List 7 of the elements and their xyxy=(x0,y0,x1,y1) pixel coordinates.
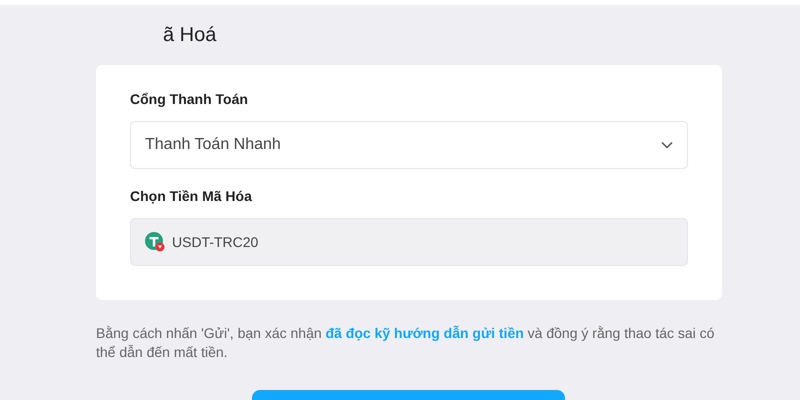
field-label: Chọn Tiền Mã Hóa xyxy=(130,188,253,204)
field-label: Cổng Thanh Toán xyxy=(130,91,249,107)
select-field[interactable]: Thanh Toán Nhanh xyxy=(130,121,688,169)
coin-icon xyxy=(145,232,165,252)
chevron-down-icon xyxy=(661,141,673,149)
page-heading: ã Hoá xyxy=(162,23,218,48)
notice-text: Bằng cách nhấn 'Gửi', bạn xác nhận đã đọc kỹ hướng dẫn gửi tiền và đồng ý rằng thao tác sai có thể dẫn đến mất tiền. xyxy=(96,324,716,362)
